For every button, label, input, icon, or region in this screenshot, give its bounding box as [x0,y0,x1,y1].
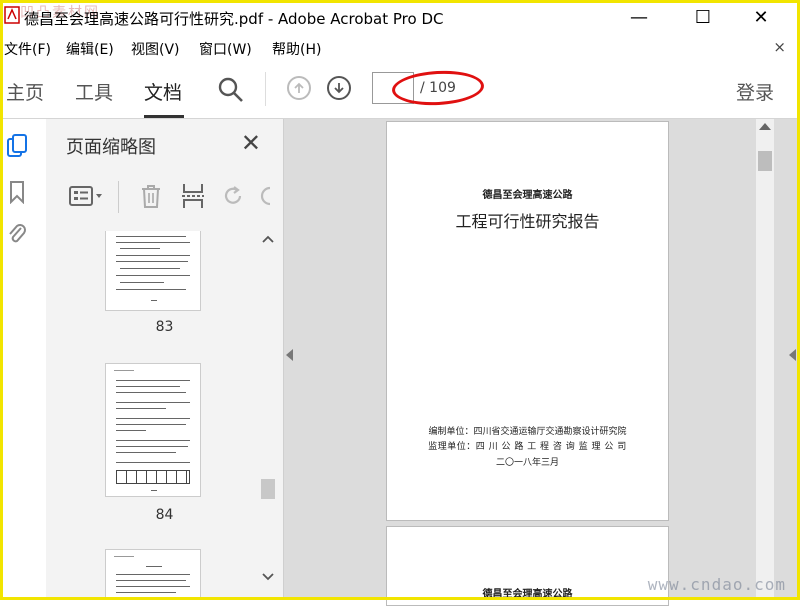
screenshot-frame [0,0,800,600]
